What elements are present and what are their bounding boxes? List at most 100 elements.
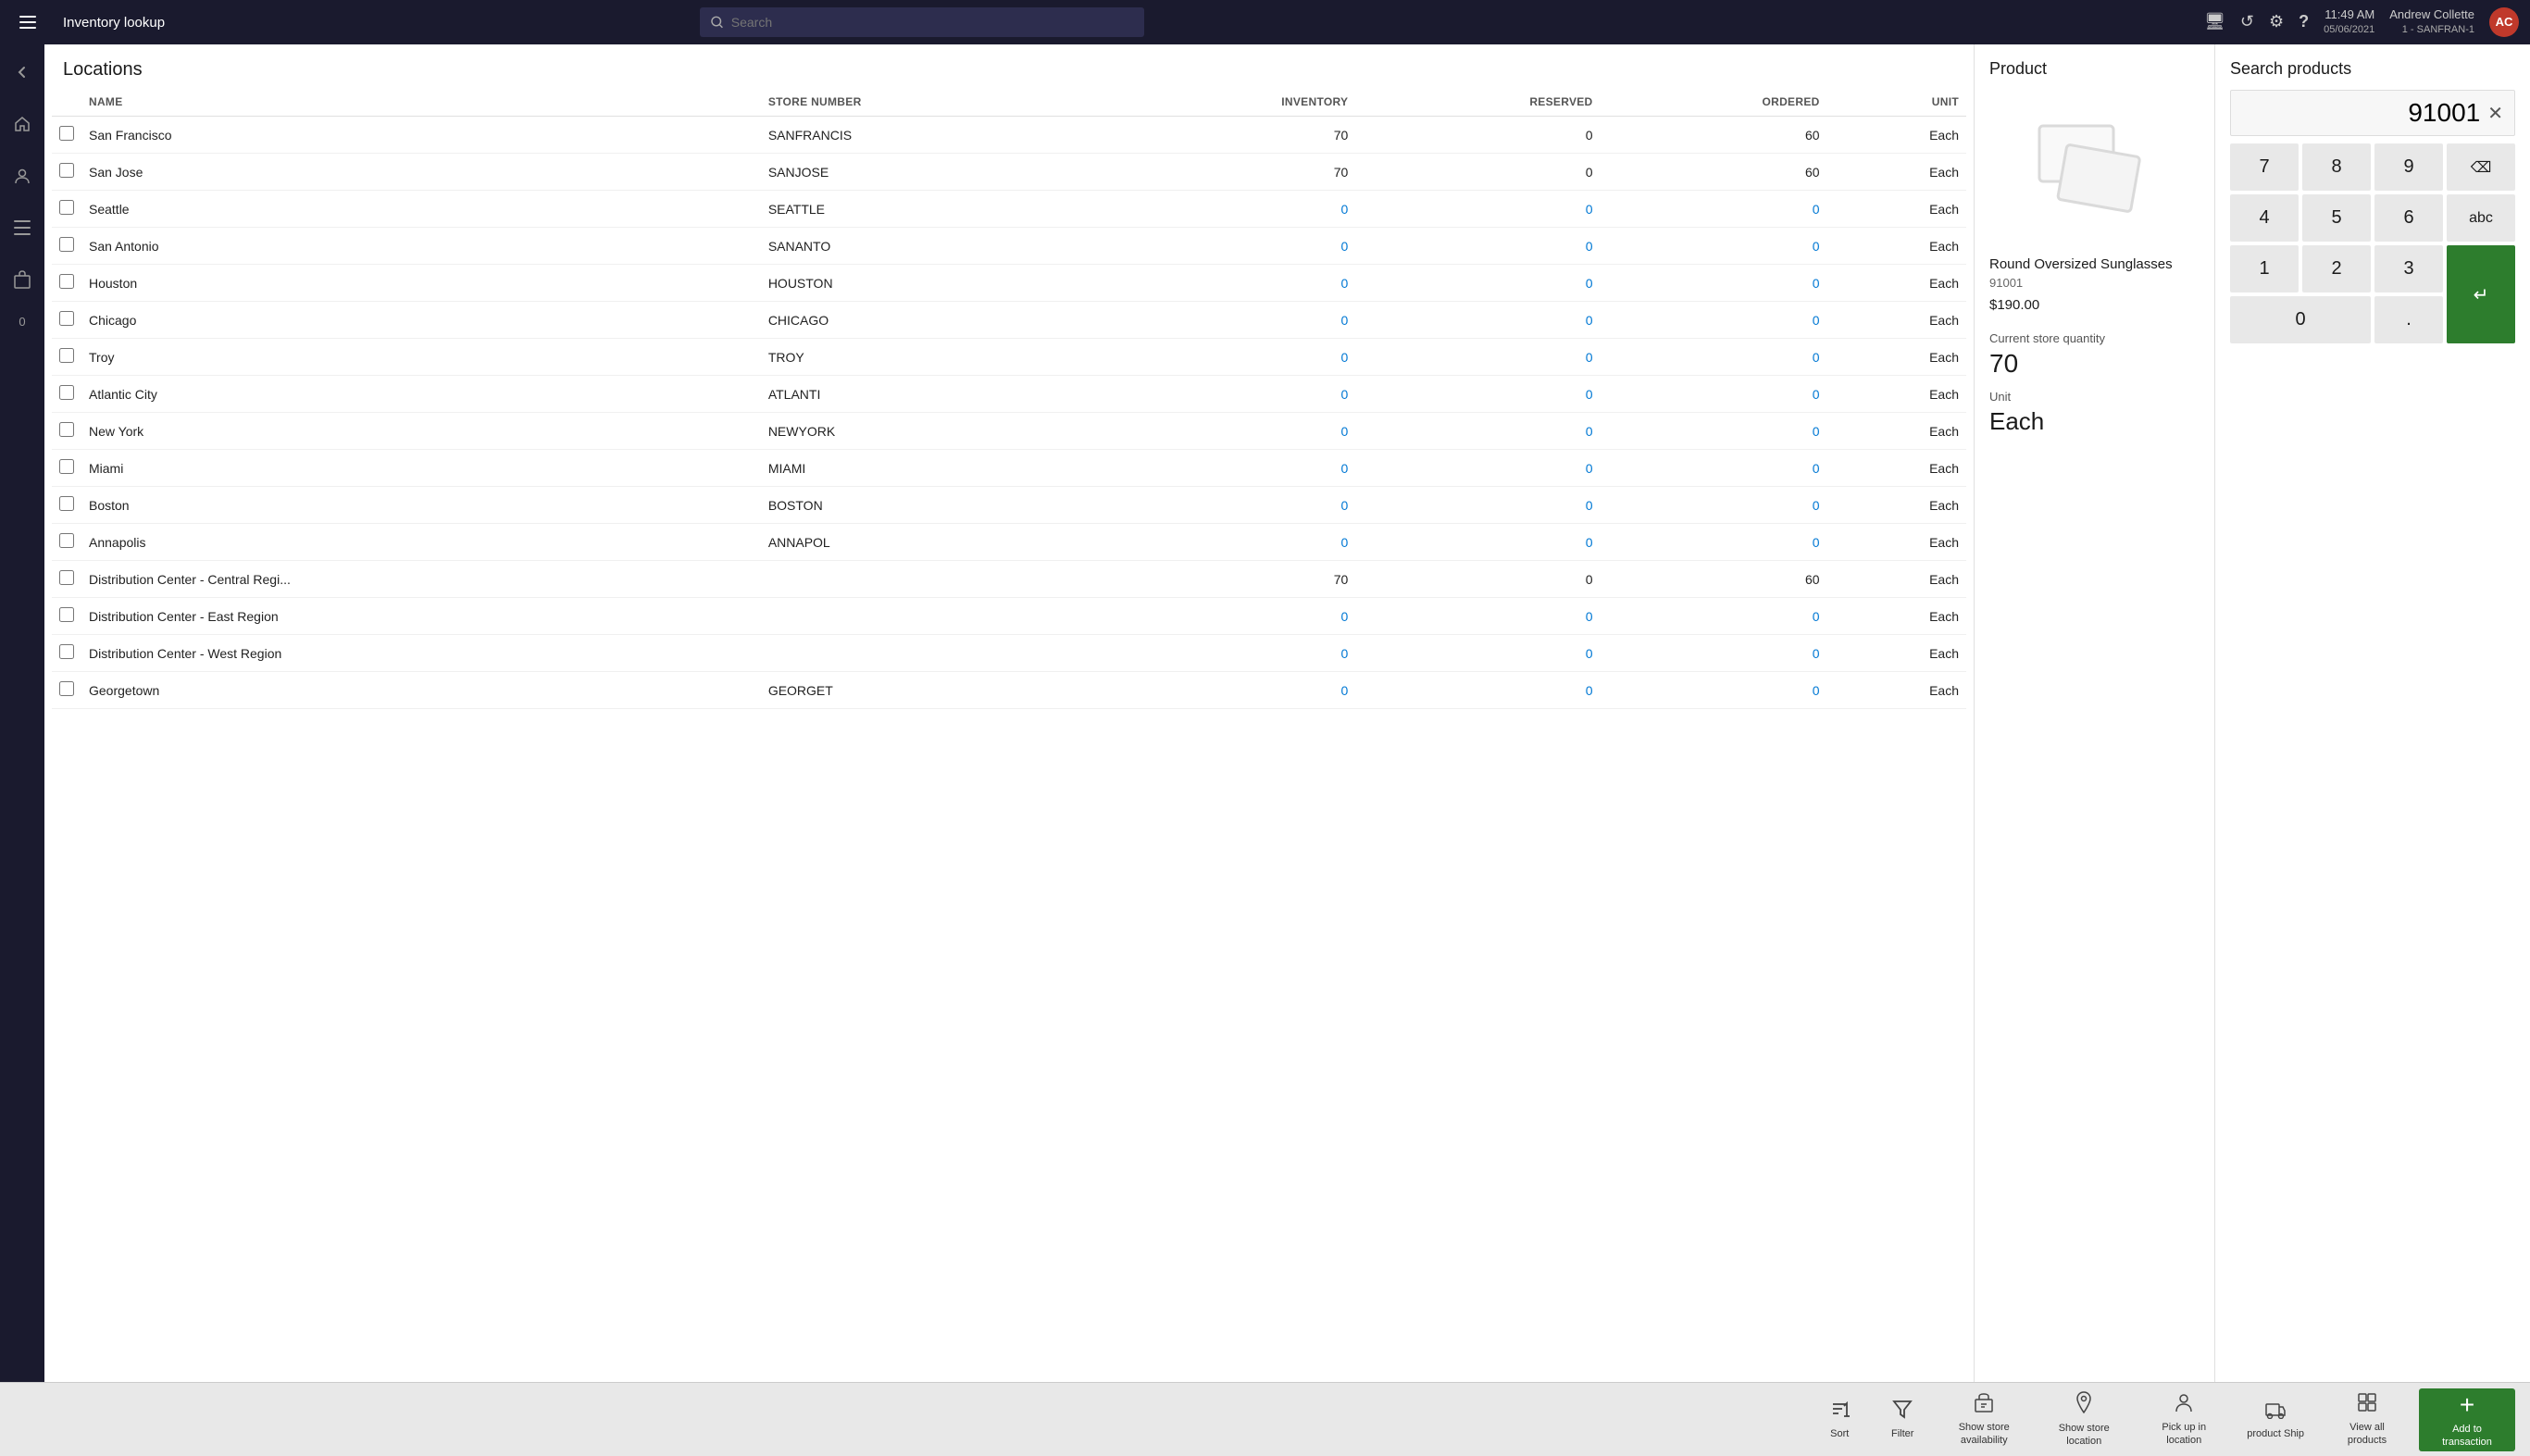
calc-del[interactable]: ⌫: [2447, 143, 2515, 191]
refresh-icon[interactable]: ↺: [2240, 12, 2254, 31]
sidebar-customers-icon[interactable]: [6, 159, 39, 193]
row-checkbox-cell[interactable]: [52, 672, 81, 709]
search-bar[interactable]: [700, 7, 1144, 37]
row-checkbox[interactable]: [59, 385, 74, 400]
menu-icon[interactable]: [11, 6, 44, 39]
filter-button[interactable]: Filter: [1873, 1388, 1932, 1451]
table-row: Boston BOSTON 0 0 0 Each: [52, 487, 1966, 524]
row-checkbox-cell[interactable]: [52, 376, 81, 413]
col-name: NAME: [81, 88, 761, 117]
search-input[interactable]: [731, 15, 1134, 30]
calc-4[interactable]: 4: [2230, 194, 2299, 242]
row-checkbox[interactable]: [59, 681, 74, 696]
sort-button[interactable]: Sort: [1810, 1388, 1869, 1451]
row-checkbox-cell[interactable]: [52, 117, 81, 154]
calc-5[interactable]: 5: [2302, 194, 2371, 242]
row-checkbox-cell[interactable]: [52, 413, 81, 450]
row-ordered: 60: [1601, 561, 1827, 598]
row-checkbox[interactable]: [59, 200, 74, 215]
row-checkbox-cell[interactable]: [52, 635, 81, 672]
col-unit: UNIT: [1827, 88, 1966, 117]
row-checkbox-cell[interactable]: [52, 154, 81, 191]
help-icon[interactable]: ?: [2299, 12, 2309, 31]
row-checkbox-cell[interactable]: [52, 339, 81, 376]
row-checkbox[interactable]: [59, 311, 74, 326]
calc-3[interactable]: 3: [2374, 245, 2443, 292]
row-unit: Each: [1827, 487, 1966, 524]
search-icon: [711, 16, 723, 29]
row-checkbox-cell[interactable]: [52, 228, 81, 265]
calc-8[interactable]: 8: [2302, 143, 2371, 191]
product-panel: Product Round Oversized Sunglasses 91001…: [1975, 44, 2215, 1382]
filter-icon: [1892, 1399, 1913, 1425]
locations-table-wrap[interactable]: NAME STORE NUMBER INVENTORY RESERVED ORD…: [44, 88, 1974, 1382]
calc-dot[interactable]: .: [2374, 296, 2443, 343]
row-checkbox[interactable]: [59, 570, 74, 585]
row-reserved: 0: [1355, 672, 1600, 709]
row-ordered: 0: [1601, 265, 1827, 302]
monitor-icon[interactable]: 🖥: [2204, 12, 2225, 31]
row-name: Miami: [81, 450, 761, 487]
row-ordered: 0: [1601, 413, 1827, 450]
sidebar-badge[interactable]: 0: [19, 315, 25, 329]
sidebar-home-icon[interactable]: [6, 107, 39, 141]
time-block: 11:49 AM 05/06/2021: [2324, 6, 2374, 38]
row-checkbox-cell[interactable]: [52, 265, 81, 302]
row-checkbox-cell[interactable]: [52, 561, 81, 598]
sidebar-list-icon[interactable]: [6, 211, 39, 244]
row-checkbox[interactable]: [59, 533, 74, 548]
row-checkbox[interactable]: [59, 126, 74, 141]
show-store-location-button[interactable]: Show store location: [2036, 1388, 2132, 1451]
calc-9[interactable]: 9: [2374, 143, 2443, 191]
row-checkbox[interactable]: [59, 496, 74, 511]
row-checkbox[interactable]: [59, 237, 74, 252]
row-checkbox-cell[interactable]: [52, 598, 81, 635]
sidebar-back-icon[interactable]: [6, 56, 39, 89]
row-reserved: 0: [1355, 376, 1600, 413]
row-checkbox-cell[interactable]: [52, 191, 81, 228]
row-checkbox[interactable]: [59, 422, 74, 437]
calc-display: 91001 ✕: [2230, 90, 2515, 136]
row-name: San Jose: [81, 154, 761, 191]
row-reserved: 0: [1355, 117, 1600, 154]
calc-grid: 7 8 9 ⌫ 4 5 6 abc 1 2 3 ↵ 0 .: [2230, 143, 2515, 343]
main-layout: 0 Locations NAME STORE NUMBER INVENTORY …: [0, 44, 2530, 1382]
row-unit: Each: [1827, 672, 1966, 709]
calc-enter[interactable]: ↵: [2447, 245, 2515, 343]
row-store-number: NEWYORK: [761, 413, 1100, 450]
show-store-availability-button[interactable]: Show store availability: [1936, 1388, 2032, 1451]
ship-button[interactable]: product Ship: [2236, 1388, 2315, 1451]
row-checkbox-cell[interactable]: [52, 302, 81, 339]
table-row: Miami MIAMI 0 0 0 Each: [52, 450, 1966, 487]
avatar[interactable]: AC: [2489, 7, 2519, 37]
row-checkbox[interactable]: [59, 348, 74, 363]
row-checkbox-cell[interactable]: [52, 487, 81, 524]
row-checkbox[interactable]: [59, 607, 74, 622]
calc-1[interactable]: 1: [2230, 245, 2299, 292]
sidebar-bag-icon[interactable]: [6, 263, 39, 296]
calc-6[interactable]: 6: [2374, 194, 2443, 242]
calc-clear-icon[interactable]: ✕: [2487, 102, 2503, 125]
row-checkbox-cell[interactable]: [52, 524, 81, 561]
row-name: Georgetown: [81, 672, 761, 709]
row-inventory: 0: [1100, 413, 1355, 450]
view-all-button[interactable]: View all products: [2319, 1388, 2415, 1451]
add-to-transaction-button[interactable]: + Add to transaction: [2419, 1388, 2515, 1451]
row-reserved: 0: [1355, 265, 1600, 302]
settings-icon[interactable]: ⚙: [2269, 12, 2284, 31]
row-ordered: 60: [1601, 154, 1827, 191]
row-checkbox[interactable]: [59, 274, 74, 289]
row-checkbox[interactable]: [59, 459, 74, 474]
row-name: Distribution Center - Central Regi...: [81, 561, 761, 598]
calc-abc[interactable]: abc: [2447, 194, 2515, 242]
table-row: Atlantic City ATLANTI 0 0 0 Each: [52, 376, 1966, 413]
row-checkbox[interactable]: [59, 163, 74, 178]
calc-0[interactable]: 0: [2230, 296, 2371, 343]
row-checkbox[interactable]: [59, 644, 74, 659]
calc-7[interactable]: 7: [2230, 143, 2299, 191]
calc-2[interactable]: 2: [2302, 245, 2371, 292]
row-store-number: SANJOSE: [761, 154, 1100, 191]
row-unit: Each: [1827, 561, 1966, 598]
row-checkbox-cell[interactable]: [52, 450, 81, 487]
pick-up-button[interactable]: Pick up in location: [2136, 1388, 2232, 1451]
